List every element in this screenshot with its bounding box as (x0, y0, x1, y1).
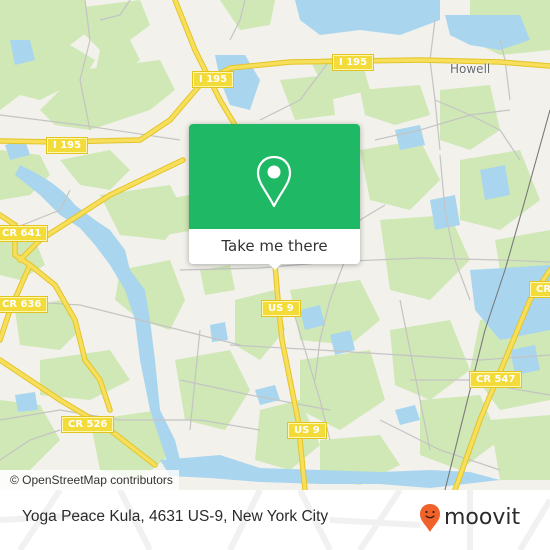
take-me-there-button[interactable]: Take me there (189, 229, 360, 264)
road-shield-cr641: CR 641 (0, 226, 48, 241)
road-shield-cr526: CR 526 (62, 417, 114, 432)
popup-pointer (267, 262, 283, 270)
destination-popup: Take me there (189, 124, 360, 270)
place-label-howell: Howell (450, 62, 491, 76)
road-shield-us9-north: US 9 (262, 301, 300, 316)
popup-header (189, 124, 360, 229)
moovit-smiley-pin-icon (420, 504, 440, 532)
map-attribution[interactable]: © OpenStreetMap contributors (0, 470, 179, 490)
road-shield-i195-east: I 195 (333, 55, 374, 70)
road-shield-cr636: CR 636 (0, 297, 48, 312)
road-shield-cr547: CR 547 (470, 372, 522, 387)
road-shield-cr547-partial: CR (530, 282, 550, 297)
road-shield-i195-center: I 195 (193, 72, 234, 87)
road-shield-us9-south: US 9 (288, 423, 326, 438)
footer-bar: Yoga Peace Kula, 4631 US-9, New York Cit… (0, 490, 550, 550)
map-view[interactable]: I 195 I 195 I 195 CR 641 CR 636 CR 526 U… (0, 0, 550, 490)
moovit-logo[interactable]: moovit (419, 500, 520, 536)
road-shield-i195-west: I 195 (47, 138, 88, 153)
moovit-wordmark: moovit (444, 504, 521, 530)
location-address: Yoga Peace Kula, 4631 US-9, New York Cit… (22, 508, 329, 525)
location-pin-icon (256, 155, 292, 208)
